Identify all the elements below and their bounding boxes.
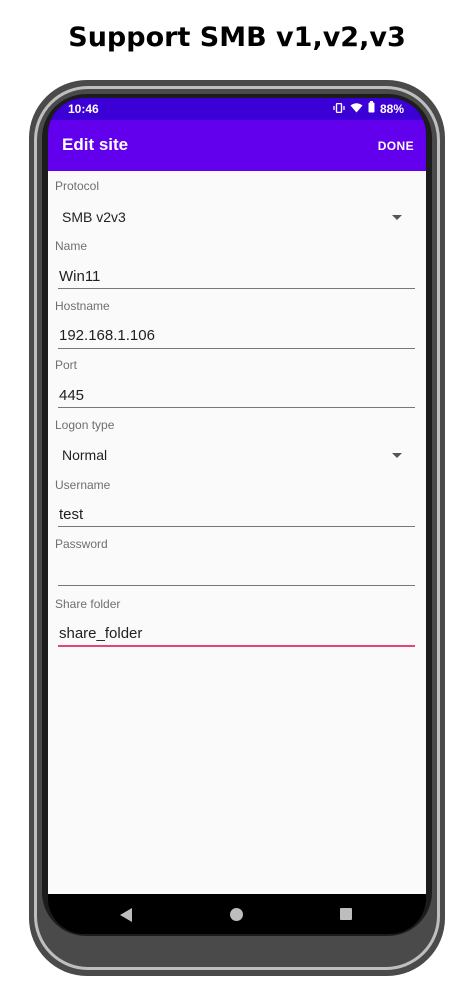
status-bar: 10:46 88% [48, 98, 426, 120]
username-underline [58, 526, 415, 527]
battery-percent: 88% [379, 101, 404, 116]
logon-type-label: Logon type [55, 418, 115, 432]
protocol-value: SMB v2v3 [62, 209, 126, 225]
port-label: Port [55, 358, 78, 372]
share-folder-underline [58, 645, 415, 647]
recent-apps-icon[interactable] [340, 908, 352, 920]
chevron-down-icon [392, 215, 402, 220]
name-input[interactable]: Win11 [59, 268, 100, 285]
chevron-down-icon [392, 453, 402, 458]
wifi-icon [350, 102, 363, 116]
username-label: Username [55, 478, 111, 492]
password-underline [58, 585, 415, 586]
port-underline [58, 407, 415, 408]
status-time: 10:46 [68, 102, 99, 116]
phone-screen: 10:46 88% Edit site DONE Protocol SMB v2… [48, 98, 426, 934]
name-underline [58, 288, 415, 289]
battery-icon [368, 101, 375, 116]
share-folder-label: Share folder [55, 597, 121, 611]
share-folder-input[interactable]: share_folder [59, 625, 142, 642]
edit-site-form: Protocol SMB v2v3 Name Win11 Hostname 19… [48, 171, 426, 894]
hostname-input[interactable]: 192.168.1.106 [59, 327, 155, 344]
home-icon[interactable] [230, 908, 243, 921]
protocol-label: Protocol [55, 179, 100, 193]
status-icons: 88% [333, 101, 404, 116]
hostname-underline [58, 348, 415, 349]
navigation-bar [48, 894, 426, 934]
logon-type-value: Normal [62, 447, 108, 463]
username-input[interactable]: test [59, 506, 83, 523]
back-icon[interactable] [120, 908, 132, 922]
name-label: Name [55, 239, 88, 253]
page-title: Edit site [62, 135, 129, 154]
port-input[interactable]: 445 [59, 387, 84, 404]
vibrate-icon [333, 102, 345, 116]
headline: Support SMB v1,v2,v3 [68, 22, 406, 53]
password-label: Password [55, 537, 108, 551]
done-button[interactable]: DONE [378, 139, 414, 153]
hostname-label: Hostname [55, 299, 110, 313]
app-bar: Edit site DONE [48, 120, 426, 171]
